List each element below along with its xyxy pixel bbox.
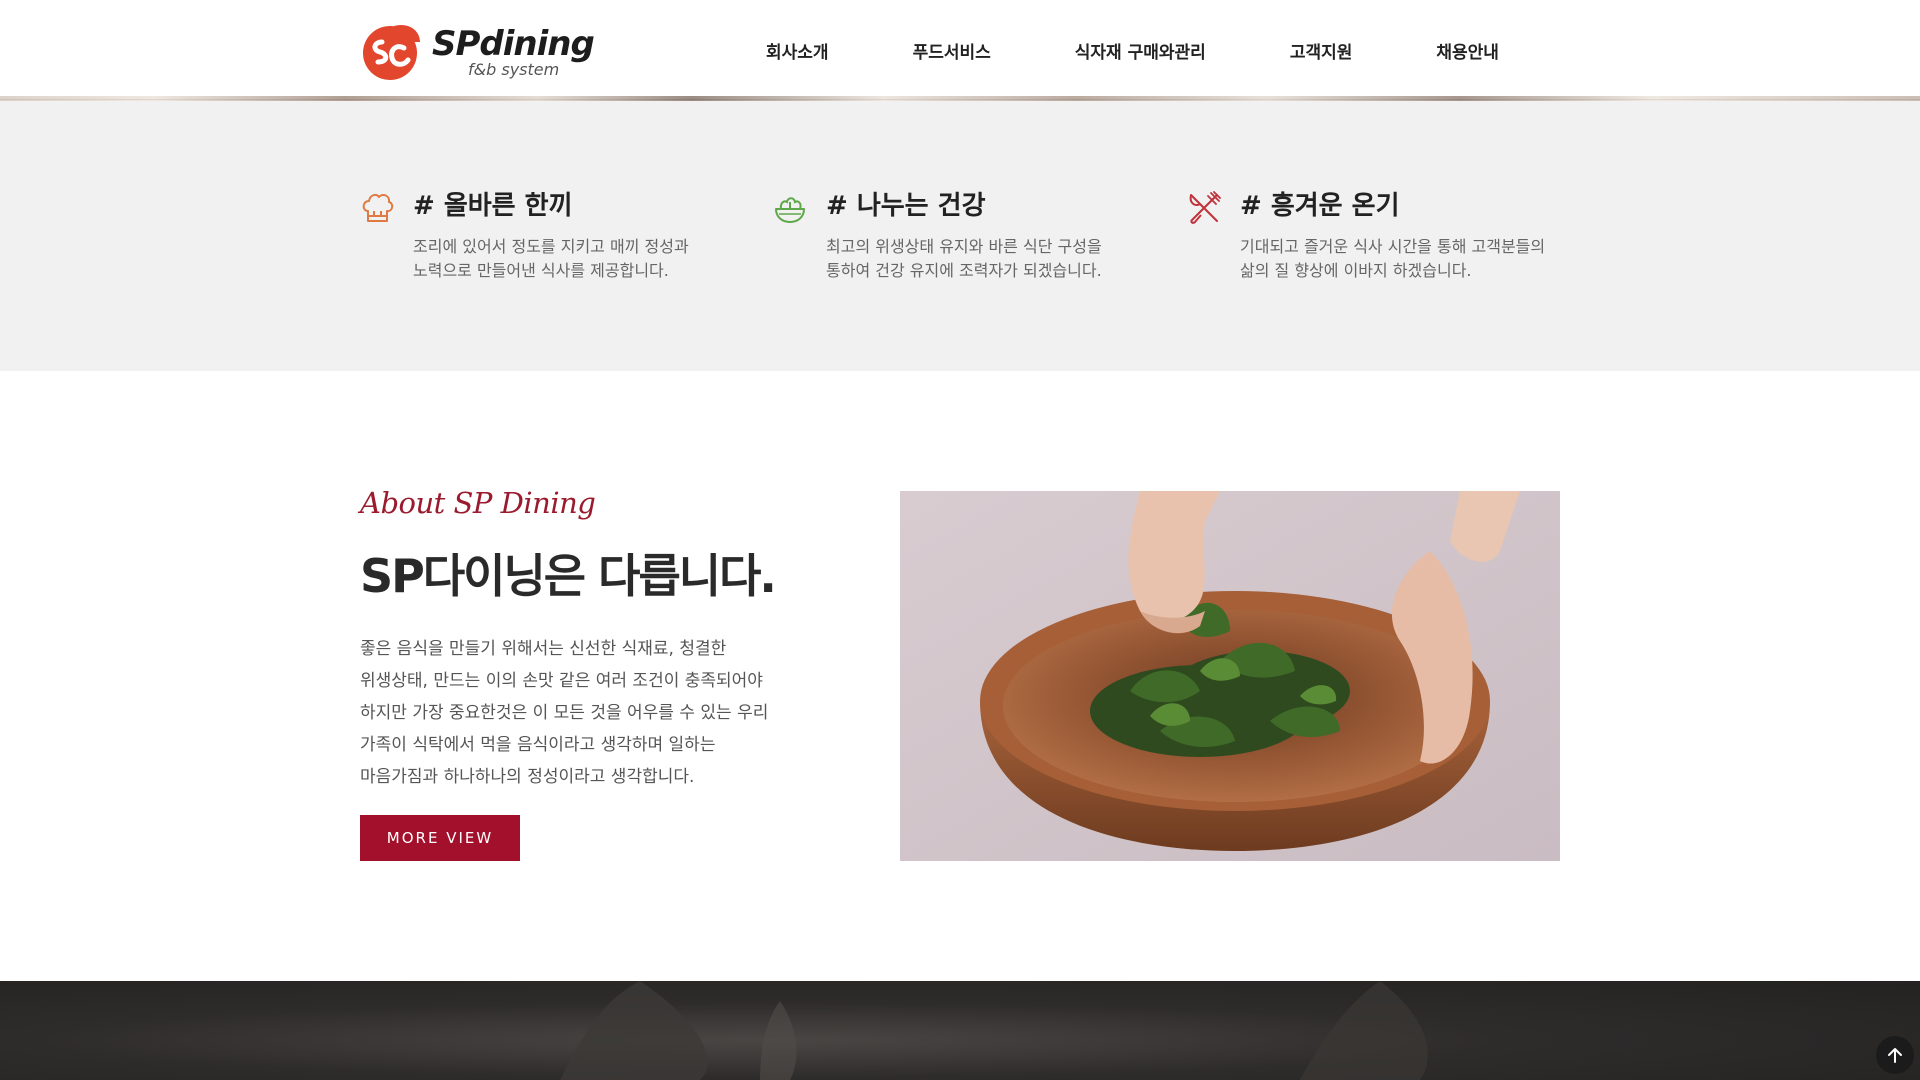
feature-desc-line: 조리에 있어서 정도를 지키고 매끼 정성과 [413, 237, 689, 256]
nav-item-careers[interactable]: 채용안내 [1436, 38, 1499, 63]
salad-bowl-illustration [900, 491, 1560, 861]
feature-desc-line: 통하여 건강 유지에 조력자가 되겠습니다. [826, 261, 1102, 280]
feature-title: # 흥겨운 온기 [1240, 191, 1400, 221]
about-title: SP다이닝은 다릅니다. [360, 549, 777, 603]
header-image-strip [0, 96, 1920, 101]
site-header: SPdining f&b system 회사소개 푸드서비스 식자재 구매와관리… [0, 0, 1920, 101]
nav-item-food-service[interactable]: 푸드서비스 [913, 38, 991, 63]
bottom-dark-band [0, 981, 1920, 1080]
more-view-button[interactable]: MORE VIEW [360, 815, 520, 861]
feature-title: # 올바른 한끼 [413, 191, 573, 221]
salad-bowl-icon [775, 197, 805, 223]
logo-tagline: f&b system [468, 60, 560, 79]
about-body-line: 가족이 식탁에서 먹을 음식이라고 생각하며 일하는 [360, 735, 716, 755]
chef-hat-icon [362, 193, 394, 222]
logo-wordmark: SPdining [432, 24, 595, 64]
about-body-line: 하지만 가장 중요한것은 이 모든 것을 어우를 수 있는 우리 [360, 703, 769, 723]
about-body-line: 좋은 음식을 만들기 위해서는 신선한 식재료, 청결한 [360, 639, 727, 659]
feature-desc-line: 노력으로 만들어낸 식사를 제공합니다. [413, 261, 669, 280]
nav-item-company[interactable]: 회사소개 [766, 38, 829, 63]
about-body: 좋은 음식을 만들기 위해서는 신선한 식재료, 청결한 위생상태, 만드는 이… [360, 633, 800, 793]
feature-desc-line: 삶의 질 향상에 이바지 하겠습니다. [1240, 261, 1472, 280]
feature-description: 최고의 위생상태 유지와 바른 식단 구성을 통하여 건강 유지에 조력자가 되… [826, 235, 1156, 283]
arrow-up-icon [1888, 1048, 1902, 1063]
about-eyebrow: About SP Dining [360, 486, 596, 520]
scroll-to-top-button[interactable] [1876, 1036, 1914, 1074]
main-nav: 회사소개 푸드서비스 식자재 구매와관리 고객지원 채용안내 [766, 38, 1499, 63]
sp-logo-mark-icon [363, 24, 420, 80]
dark-band-background-image [560, 981, 1428, 1080]
feature-desc-line: 최고의 위생상태 유지와 바른 식단 구성을 [826, 237, 1102, 256]
feature-desc-line: 기대되고 즐거운 식사 시간을 통해 고객분들의 [1240, 237, 1546, 256]
salad-bowl-photo [900, 491, 1560, 861]
nav-item-support[interactable]: 고객지원 [1290, 38, 1353, 63]
feature-description: 조리에 있어서 정도를 지키고 매끼 정성과 노력으로 만들어낸 식사를 제공합… [413, 235, 743, 283]
site-logo[interactable]: SPdining f&b system [360, 20, 595, 80]
feature-title: # 나누는 건강 [826, 191, 986, 221]
about-body-line: 마음가짐과 하나하나의 정성이라고 생각합니다. [360, 767, 695, 787]
features-band: # 올바른 한끼 조리에 있어서 정도를 지키고 매끼 정성과 노력으로 만들어… [0, 101, 1920, 371]
feature-description: 기대되고 즐거운 식사 시간을 통해 고객분들의 삶의 질 향상에 이바지 하겠… [1240, 235, 1570, 283]
about-body-line: 위생상태, 만드는 이의 손맛 같은 여러 조건이 충족되어야 [360, 671, 763, 691]
nav-item-purchasing[interactable]: 식자재 구매와관리 [1075, 38, 1206, 63]
fork-knife-icon [1189, 191, 1221, 224]
